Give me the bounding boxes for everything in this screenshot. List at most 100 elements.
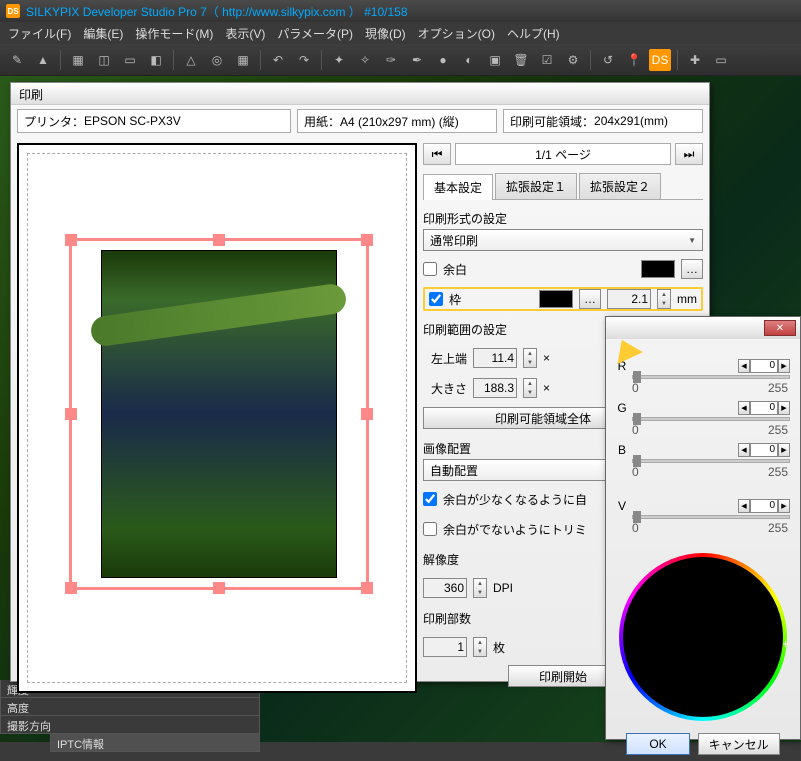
size-w-input[interactable] bbox=[473, 378, 517, 398]
brush-icon[interactable]: ✎ bbox=[6, 49, 28, 71]
pin-icon[interactable]: 📍 bbox=[623, 49, 645, 71]
frame-width-input[interactable] bbox=[607, 289, 651, 309]
page-last-button[interactable]: ⏭ bbox=[675, 143, 703, 165]
menu-parameter[interactable]: パラメータ(P) bbox=[273, 23, 357, 44]
size-label: 大きさ bbox=[423, 380, 467, 397]
target-icon[interactable]: ◎ bbox=[206, 49, 228, 71]
r-value[interactable]: 0 bbox=[750, 359, 778, 373]
menu-option[interactable]: オプション(O) bbox=[414, 23, 499, 44]
menu-view[interactable]: 表示(V) bbox=[221, 23, 269, 44]
margin-color-button[interactable]: … bbox=[681, 259, 703, 279]
close-button[interactable]: ✕ bbox=[764, 320, 796, 336]
menu-develop[interactable]: 現像(D) bbox=[361, 23, 410, 44]
b-label: B bbox=[616, 443, 628, 457]
pointer-icon[interactable]: ▲ bbox=[32, 49, 54, 71]
v-inc[interactable]: ▶ bbox=[778, 499, 790, 513]
resolution-spinner[interactable]: ▲▼ bbox=[473, 578, 487, 598]
frame-width-spinner[interactable]: ▲▼ bbox=[657, 289, 671, 309]
rotate-left-icon[interactable]: ↶ bbox=[267, 49, 289, 71]
rotate-right-icon[interactable]: ↷ bbox=[293, 49, 315, 71]
copies-input[interactable] bbox=[423, 637, 467, 657]
ok-button[interactable]: OK bbox=[626, 733, 689, 755]
size-w-spinner[interactable]: ▲▼ bbox=[523, 378, 537, 398]
g-dec[interactable]: ◀ bbox=[738, 401, 750, 415]
format-dropdown[interactable]: 通常印刷 bbox=[423, 229, 703, 251]
check-icon[interactable]: ☑ bbox=[536, 49, 558, 71]
copies-spinner[interactable]: ▲▼ bbox=[473, 637, 487, 657]
start-print-button[interactable]: 印刷開始 bbox=[508, 665, 618, 687]
trash-icon[interactable]: 🗑 bbox=[510, 49, 532, 71]
warning-icon[interactable]: △ bbox=[180, 49, 202, 71]
b-slider[interactable] bbox=[632, 459, 790, 463]
grid-icon[interactable]: ▦ bbox=[67, 49, 89, 71]
r-dec[interactable]: ◀ bbox=[738, 359, 750, 373]
selection-frame[interactable] bbox=[71, 240, 367, 588]
handle-tl[interactable] bbox=[65, 234, 77, 246]
window-icon[interactable]: ▭ bbox=[710, 49, 732, 71]
handle-ml[interactable] bbox=[65, 408, 77, 420]
tab-basic[interactable]: 基本設定 bbox=[423, 174, 493, 200]
split-icon[interactable]: ◧ bbox=[145, 49, 167, 71]
b-inc[interactable]: ▶ bbox=[778, 443, 790, 457]
tab-ext1[interactable]: 拡張設定１ bbox=[495, 173, 577, 199]
handle-bm[interactable] bbox=[213, 582, 225, 594]
menu-mode[interactable]: 操作モード(M) bbox=[131, 23, 217, 44]
handle-tm[interactable] bbox=[213, 234, 225, 246]
frame-color-swatch bbox=[539, 290, 573, 308]
resolution-unit: DPI bbox=[493, 581, 513, 595]
r-slider[interactable] bbox=[632, 375, 790, 379]
page-first-button[interactable]: ⏮ bbox=[423, 143, 451, 165]
menu-edit[interactable]: 編集(E) bbox=[79, 23, 127, 44]
frame-color-button[interactable]: … bbox=[579, 289, 601, 309]
print-preview[interactable] bbox=[17, 143, 417, 693]
wand-icon[interactable]: ✦ bbox=[328, 49, 350, 71]
v-slider[interactable] bbox=[632, 515, 790, 519]
tab-ext2[interactable]: 拡張設定２ bbox=[579, 173, 661, 199]
v-dec[interactable]: ◀ bbox=[738, 499, 750, 513]
v-value[interactable]: 0 bbox=[750, 499, 778, 513]
menu-file[interactable]: ファイル(F) bbox=[4, 23, 75, 44]
cancel-button[interactable]: キャンセル bbox=[698, 733, 780, 755]
spot-icon[interactable]: ◐ bbox=[458, 49, 480, 71]
menu-help[interactable]: ヘルプ(H) bbox=[503, 23, 564, 44]
g-value[interactable]: 0 bbox=[750, 401, 778, 415]
topleft-x-input[interactable] bbox=[473, 348, 517, 368]
format-group-label: 印刷形式の設定 bbox=[423, 208, 703, 229]
gear-icon[interactable]: ⚙ bbox=[562, 49, 584, 71]
handle-br[interactable] bbox=[361, 582, 373, 594]
crop-icon[interactable]: ▣ bbox=[484, 49, 506, 71]
blur-icon[interactable]: ● bbox=[432, 49, 454, 71]
b-value[interactable]: 0 bbox=[750, 443, 778, 457]
grid2-icon[interactable]: ▦ bbox=[232, 49, 254, 71]
min-margin-checkbox[interactable] bbox=[423, 492, 437, 506]
no-margin-label: 余白がでないようにトリミ bbox=[443, 521, 587, 538]
handle-tr[interactable] bbox=[361, 234, 373, 246]
g-slider[interactable] bbox=[632, 417, 790, 421]
wand2-icon[interactable]: ✧ bbox=[354, 49, 376, 71]
b-dec[interactable]: ◀ bbox=[738, 443, 750, 457]
single-icon[interactable]: ▭ bbox=[119, 49, 141, 71]
frame-checkbox[interactable] bbox=[429, 292, 443, 306]
margin-color-swatch bbox=[641, 260, 675, 278]
puzzle-icon[interactable]: ✚ bbox=[684, 49, 706, 71]
color-wheel[interactable]: + bbox=[619, 553, 787, 721]
topleft-x-spinner[interactable]: ▲▼ bbox=[523, 348, 537, 368]
toolbar: ✎ ▲ ▦ ◫ ▭ ◧ △ ◎ ▦ ↶ ↷ ✦ ✧ ✑ ✒ ● ◐ ▣ 🗑 ☑ … bbox=[0, 44, 801, 76]
g-inc[interactable]: ▶ bbox=[778, 401, 790, 415]
handle-bl[interactable] bbox=[65, 582, 77, 594]
dropper-icon[interactable]: ✑ bbox=[380, 49, 402, 71]
no-margin-checkbox[interactable] bbox=[423, 522, 437, 536]
dropper2-icon[interactable]: ✒ bbox=[406, 49, 428, 71]
color-picker-dialog: ✕ R ◀0▶ 0255 G ◀0▶ 0255 B ◀0▶ 0255 V bbox=[605, 316, 801, 740]
reset-icon[interactable]: ↺ bbox=[597, 49, 619, 71]
topleft-label: 左上端 bbox=[423, 350, 467, 367]
ds-icon[interactable]: DS bbox=[649, 49, 671, 71]
page-indicator: 1/1 ページ bbox=[455, 143, 671, 165]
r-inc[interactable]: ▶ bbox=[778, 359, 790, 373]
resolution-input[interactable] bbox=[423, 578, 467, 598]
thumb-icon[interactable]: ◫ bbox=[93, 49, 115, 71]
margin-checkbox[interactable] bbox=[423, 262, 437, 276]
prop-iptc[interactable]: IPTC情報 bbox=[50, 734, 260, 752]
margin-label: 余白 bbox=[443, 261, 467, 278]
handle-mr[interactable] bbox=[361, 408, 373, 420]
